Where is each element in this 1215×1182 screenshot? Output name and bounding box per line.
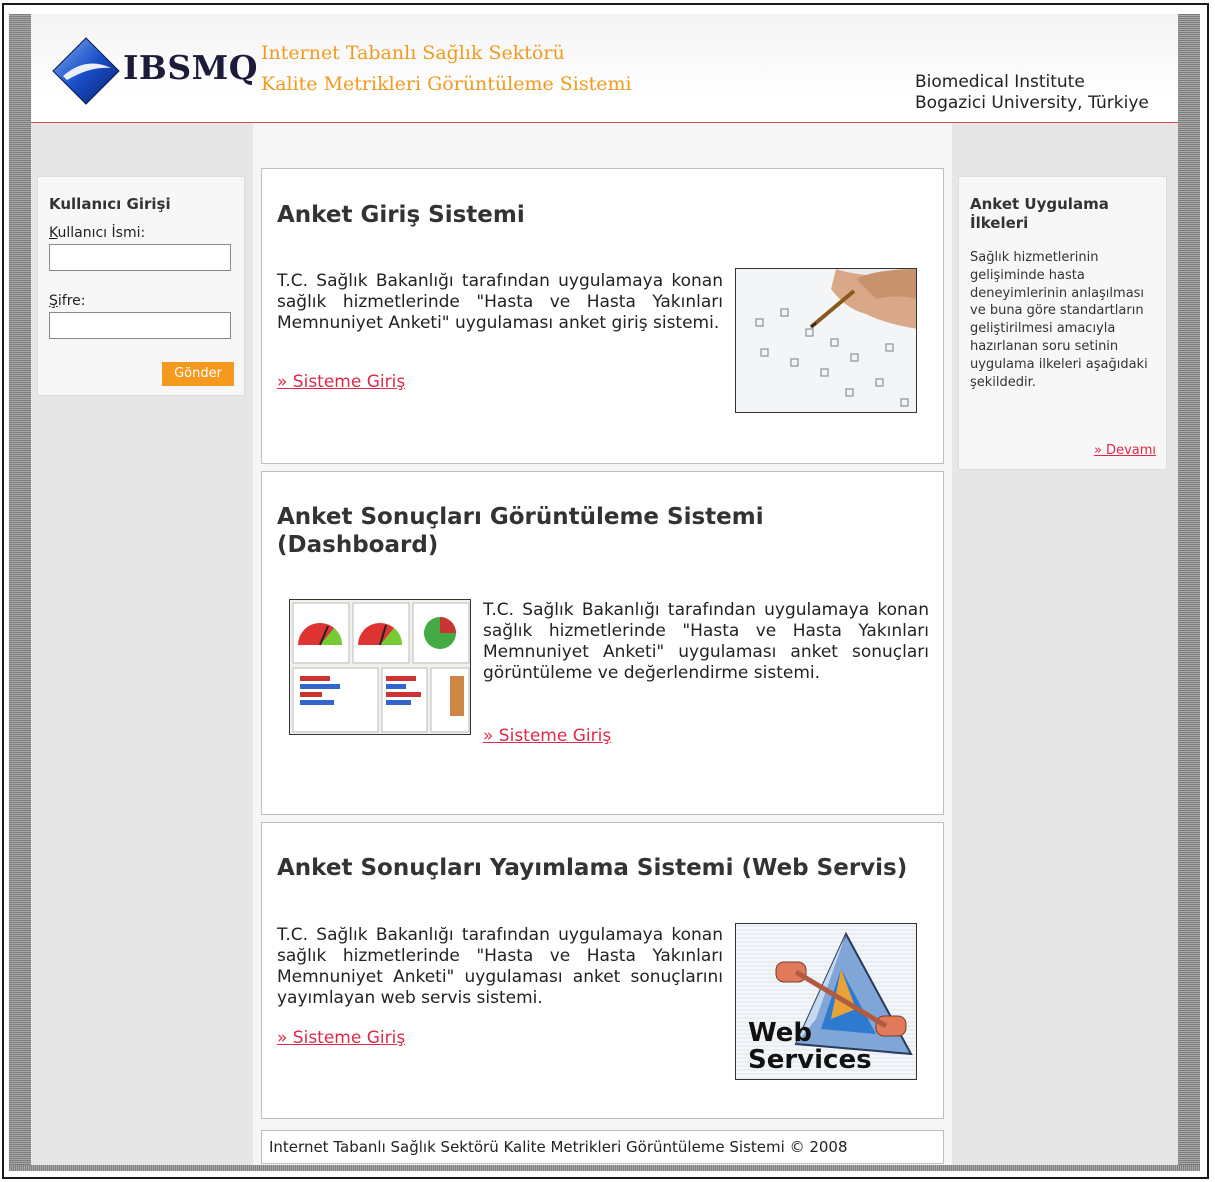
card-link-sisteme-giris[interactable]: » Sisteme Giriş	[277, 1028, 405, 1048]
card-web-servis: Anket Sonuçları Yayımlama Sistemi (Web S…	[261, 822, 944, 1119]
card-link-sisteme-giris[interactable]: » Sisteme Giriş	[483, 726, 611, 746]
institute-line1: Biomedical Institute	[915, 72, 1085, 92]
footer-text: Internet Tabanlı Sağlık Sektörü Kalite M…	[269, 1138, 848, 1156]
main-column: Anket Giriş Sistemi T.C. Sağlık Bakanlığ…	[253, 123, 952, 1165]
card-dashboard: Anket Sonuçları Görüntüleme Sistemi (Das…	[261, 471, 944, 815]
site-title: Internet Tabanlı Sağlık Sektörü Kalite M…	[261, 38, 632, 100]
survey-writing-image	[735, 268, 917, 413]
login-title: Kullanıcı Girişi	[49, 195, 171, 213]
username-input[interactable]	[49, 244, 231, 271]
card-title: Anket Sonuçları Yayımlama Sistemi (Web S…	[277, 855, 908, 881]
ibsmq-logo-icon	[52, 37, 120, 105]
survey-pen-illustration	[736, 269, 916, 412]
institute-line2: Bogazici University, Türkiye	[915, 93, 1149, 113]
card-title: Anket Sonuçları Görüntüleme Sistemi (Das…	[277, 504, 764, 558]
card-link-sisteme-giris[interactable]: » Sisteme Giriş	[277, 372, 405, 392]
logo-text: IBSMQ	[123, 48, 258, 87]
submit-button[interactable]: Gönder	[162, 362, 234, 386]
footer: Internet Tabanlı Sağlık Sektörü Kalite M…	[261, 1130, 944, 1164]
right-stripe-band	[1178, 14, 1200, 1166]
info-more-link[interactable]: » Devamı	[1094, 443, 1156, 458]
web-services-icon: Web Services	[736, 924, 916, 1079]
bottom-stripe-band	[9, 1165, 1200, 1171]
left-column: Kullanıcı Girişi Kullanıcı İsmi: Şifre: …	[31, 123, 253, 1165]
login-box: Kullanıcı Girişi Kullanıcı İsmi: Şifre: …	[37, 176, 245, 396]
right-column: Anket Uygulama İlkeleri Sağlık hizmetler…	[952, 123, 1178, 1165]
dashboard-gauges-illustration	[290, 600, 470, 734]
site-header: IBSMQ Internet Tabanlı Sağlık Sektörü Ka…	[31, 14, 1178, 123]
left-stripe-band	[9, 14, 31, 1166]
institute-info: Biomedical Institute Bogazici University…	[915, 72, 1149, 114]
card-title: Anket Giriş Sistemi	[277, 202, 525, 228]
password-input[interactable]	[49, 312, 231, 339]
card-text: T.C. Sağlık Bakanlığı tarafından uygulam…	[483, 600, 929, 683]
site-title-line2: Kalite Metrikleri Görüntüleme Sistemi	[261, 73, 632, 95]
dashboard-screenshot-image	[289, 599, 471, 735]
info-box: Anket Uygulama İlkeleri Sağlık hizmetler…	[958, 176, 1167, 470]
web-services-image: Web Services	[735, 923, 917, 1080]
page-container: IBSMQ Internet Tabanlı Sağlık Sektörü Ka…	[31, 14, 1178, 1165]
card-anket-giris: Anket Giriş Sistemi T.C. Sağlık Bakanlığ…	[261, 168, 944, 464]
info-title: Anket Uygulama İlkeleri	[970, 195, 1109, 232]
card-text: T.C. Sağlık Bakanlığı tarafından uygulam…	[277, 271, 723, 333]
site-title-line1: Internet Tabanlı Sağlık Sektörü	[261, 42, 565, 64]
username-label: Kullanıcı İsmi:	[49, 225, 146, 241]
card-text: T.C. Sağlık Bakanlığı tarafından uygulam…	[277, 925, 723, 1008]
web-services-text-line1: Web	[748, 1018, 812, 1048]
password-label: Şifre:	[49, 293, 86, 309]
web-services-text-line2: Services	[748, 1045, 872, 1075]
info-text: Sağlık hizmetlerinin gelişiminde hasta d…	[970, 250, 1148, 390]
